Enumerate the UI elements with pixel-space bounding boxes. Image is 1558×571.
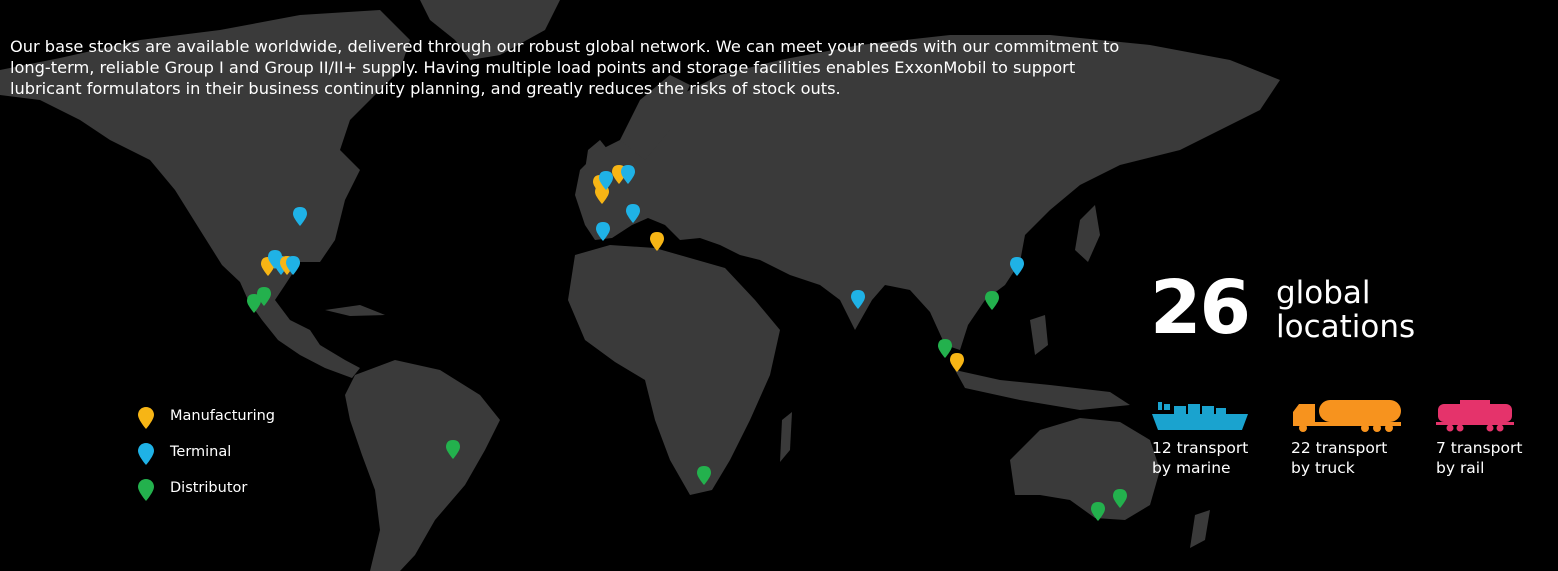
legend-label: Distributor <box>170 480 248 496</box>
intro-paragraph: Our base stocks are available worldwide,… <box>10 37 1120 98</box>
rail-tanker-icon <box>1436 400 1514 432</box>
tanker-truck-icon <box>1293 400 1401 432</box>
distributor-location-pin[interactable] <box>938 339 952 358</box>
legend-item-distributor: Distributor <box>138 477 338 501</box>
madagascar <box>780 412 792 462</box>
transport-count: 7 transport <box>1436 439 1523 457</box>
manufacturing-location-pin[interactable] <box>950 353 964 372</box>
legend-label: Terminal <box>170 444 232 460</box>
locations-unit: global locations <box>1276 275 1416 345</box>
pin-blue-icon <box>138 443 154 465</box>
south-america <box>345 360 500 571</box>
distributor-location-pin[interactable] <box>985 291 999 310</box>
philippines <box>1030 315 1048 355</box>
australia <box>1010 418 1160 520</box>
caribbean <box>325 305 385 316</box>
ship-icon <box>1152 402 1248 430</box>
legend-item-manufacturing: Manufacturing <box>138 405 338 429</box>
transport-mode: by rail <box>1436 459 1485 477</box>
maritime-southeast-asia <box>955 370 1130 410</box>
legend-item-terminal: Terminal <box>138 441 338 465</box>
locations-count: 26 <box>1150 265 1251 351</box>
pin-yellow-icon <box>138 407 154 429</box>
legend-label: Manufacturing <box>170 408 275 424</box>
japan <box>1075 205 1100 262</box>
transport-mode: by marine <box>1152 459 1231 477</box>
pin-green-icon <box>138 479 154 501</box>
africa <box>568 245 780 495</box>
transport-mode: by truck <box>1291 459 1355 477</box>
transport-count: 12 transport <box>1152 439 1249 457</box>
transport-count: 22 transport <box>1291 439 1388 457</box>
new-zealand <box>1190 510 1210 548</box>
